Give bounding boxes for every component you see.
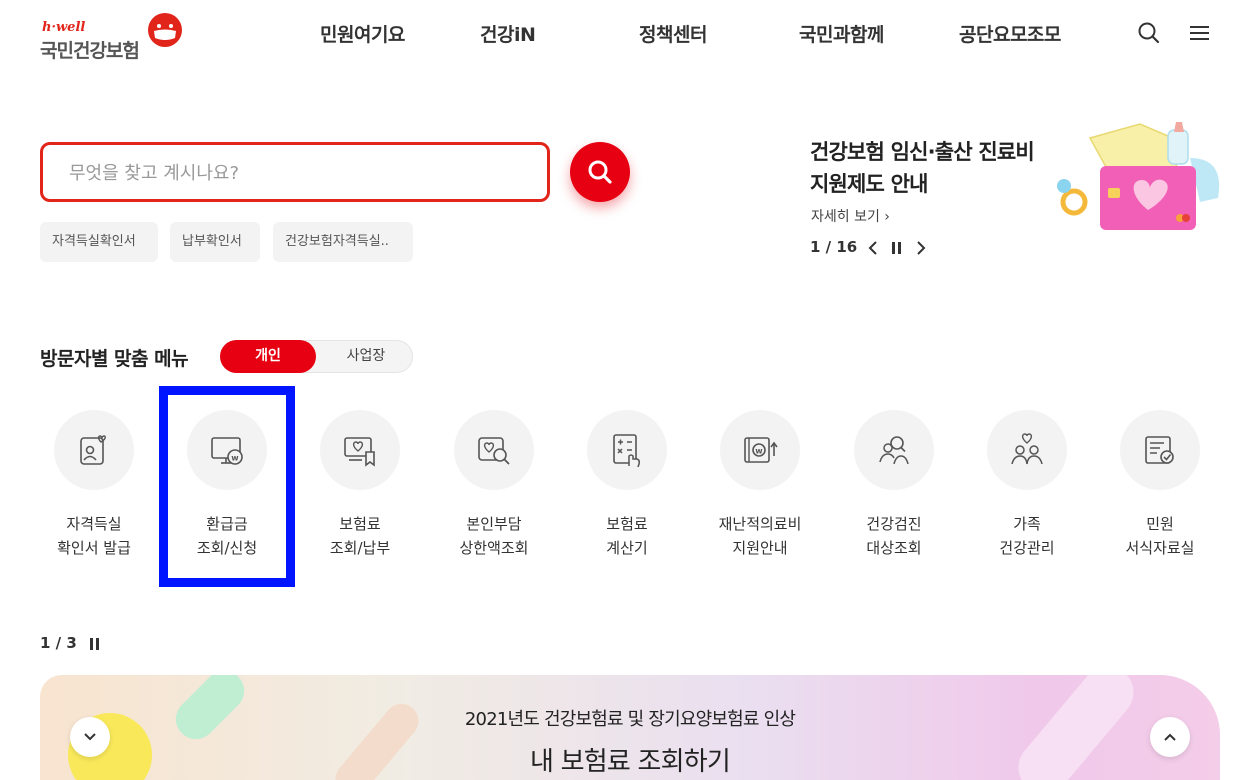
highlight-box xyxy=(159,386,295,587)
people-search-icon xyxy=(879,436,909,465)
promo-title-line1: 건강보험 임신·출산 진료비 xyxy=(810,140,1035,164)
visitor-type-toggle: 개인 사업장 xyxy=(220,340,413,373)
search-input[interactable] xyxy=(69,159,509,187)
search-icon[interactable] xyxy=(1136,20,1162,46)
premium-banner[interactable]: 2021년도 건강보험료 및 장기요양보험료 인상 내 보험료 조회하기 xyxy=(40,675,1220,780)
menu-icon-circle xyxy=(587,410,667,490)
menu-item-label: 보험료 계산기 xyxy=(606,515,648,557)
menu-item-health-checkup[interactable]: 건강검진 대상조회 xyxy=(827,408,961,568)
promo-page-count: 1 / 16 xyxy=(810,238,858,256)
document-check-icon xyxy=(1145,436,1174,464)
menu-item-family-health[interactable]: 가족 건강관리 xyxy=(960,408,1094,568)
logo-tagline: h·well xyxy=(42,20,86,35)
promo-title-line2: 지원제도 안내 xyxy=(810,172,928,196)
menu-icon-circle xyxy=(454,410,534,490)
baby-card-illustration xyxy=(1057,122,1220,230)
search-button-icon xyxy=(588,160,612,184)
wallet-won-icon: w xyxy=(744,437,778,463)
logo-mask-face-icon xyxy=(148,13,182,47)
menu-item-premium-payment[interactable]: 보험료 조회/납부 xyxy=(293,408,427,568)
chevron-right-icon[interactable] xyxy=(913,239,929,257)
menu-item-label: 민원 서식자료실 xyxy=(1125,515,1195,557)
banner-title: 내 보험료 조회하기 xyxy=(530,747,731,777)
family-heart-icon xyxy=(1011,433,1043,465)
menu-item-label: 보험료 조회/납부 xyxy=(329,515,391,557)
menu-item-premium-calculator[interactable]: 보험료 계산기 xyxy=(560,408,694,568)
nav-item-policy-center[interactable]: 정책센터 xyxy=(639,20,707,47)
search-box xyxy=(40,142,550,202)
menu-item-label: 재난적의료비 지원안내 xyxy=(718,515,802,557)
menu-item-label: 가족 건강관리 xyxy=(999,515,1055,557)
promo-title[interactable]: 건강보험 임신·출산 진료비 지원제도 안내 xyxy=(810,136,1080,200)
chip-payment-certificate[interactable]: 납부확인서 xyxy=(170,222,260,262)
menu-icon-circle xyxy=(54,410,134,490)
chevron-up-icon xyxy=(1164,733,1176,741)
promo-more-link[interactable]: 자세히 보기 › xyxy=(811,206,890,226)
site-header: h·well 국민건강보험 민원여기요 건강iN 정책센터 국민과함께 공단요모… xyxy=(0,0,1248,70)
menu-item-label: 본인부담 상한액조회 xyxy=(459,515,529,557)
nav-item-civil-service[interactable]: 민원여기요 xyxy=(320,20,405,47)
menu-icon-circle xyxy=(320,410,400,490)
menu-item-qualification-certificate[interactable]: 자격득실 확인서 발급 xyxy=(27,408,161,568)
calculator-icon xyxy=(613,434,640,468)
menu-item-label: 건강검진 대상조회 xyxy=(866,515,922,557)
menu-icon[interactable] xyxy=(1187,20,1213,46)
menu-item-catastrophic-medical-support[interactable]: w 재난적의료비 지원안내 xyxy=(693,408,827,568)
bill-heart-icon xyxy=(344,437,375,467)
menu-icon-circle: w xyxy=(720,410,800,490)
nav-item-with-citizens[interactable]: 국민과함께 xyxy=(799,20,884,47)
logo-name: 국민건강보험 xyxy=(40,40,140,62)
tab-individual[interactable]: 개인 xyxy=(220,340,316,373)
tab-workplace[interactable]: 사업장 xyxy=(318,340,414,373)
menu-icon-circle xyxy=(987,410,1067,490)
visitor-menu-heading: 방문자별 맞춤 메뉴 xyxy=(40,348,189,370)
menu-item-civil-forms[interactable]: 민원 서식자료실 xyxy=(1093,408,1227,568)
menu-item-label: 자격득실 확인서 발급 xyxy=(57,515,131,557)
menu-icon-circle xyxy=(854,410,934,490)
nav-item-about[interactable]: 공단요모조모 xyxy=(959,20,1061,47)
scroll-to-top-button[interactable] xyxy=(1150,717,1190,757)
chip-qualification-certificate[interactable]: 자격득실확인서 xyxy=(40,222,158,262)
site-logo[interactable]: h·well 국민건강보험 xyxy=(40,12,190,62)
chip-insurance-qualification[interactable]: 건강보험자격득실.. xyxy=(273,222,413,262)
heart-search-icon xyxy=(478,437,510,465)
menu-icon-circle xyxy=(1120,410,1200,490)
banner-subtitle: 2021년도 건강보험료 및 장기요양보험료 인상 xyxy=(464,709,796,730)
pause-icon[interactable] xyxy=(88,636,102,652)
chevron-left-icon[interactable] xyxy=(866,239,882,257)
nav-item-health-in[interactable]: 건강iN xyxy=(480,20,536,47)
pause-icon[interactable] xyxy=(889,239,905,257)
svg-text:w: w xyxy=(755,447,763,456)
menu-item-copay-ceiling[interactable]: 본인부담 상한액조회 xyxy=(427,408,561,568)
search-button[interactable] xyxy=(570,142,630,202)
id-card-heart-icon xyxy=(80,435,106,465)
visitor-menu-page-count: 1 / 3 xyxy=(40,634,77,652)
